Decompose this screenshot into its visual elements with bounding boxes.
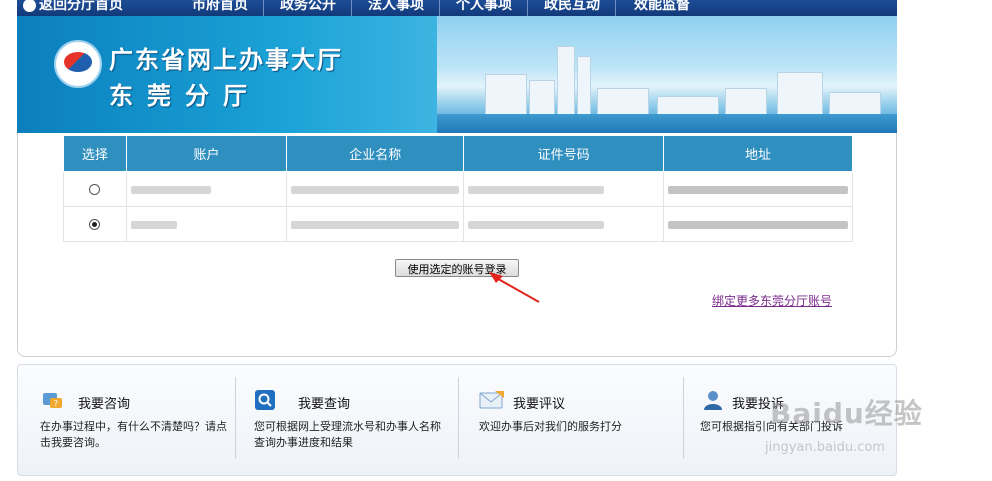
select-cell bbox=[63, 171, 127, 207]
redacted-address bbox=[668, 185, 848, 194]
company-name-cell bbox=[286, 171, 465, 207]
column-header-id-number: 证件号码 bbox=[463, 135, 664, 172]
skyline-building bbox=[529, 80, 555, 116]
account-cell bbox=[125, 171, 288, 207]
nav-item-individual[interactable]: 个人事项 bbox=[439, 0, 528, 16]
nav-item-city-home[interactable]: 市府首页 bbox=[177, 0, 263, 16]
nav-item-legal-person[interactable]: 法人事项 bbox=[351, 0, 440, 16]
back-to-hall-link[interactable]: 返回分厅首页 bbox=[23, 0, 123, 14]
top-navigation-bar: 返回分厅首页 市府首页 政务公开 法人事项 个人事项 政民互动 效能监督 bbox=[17, 0, 897, 16]
skyline-building bbox=[557, 46, 575, 116]
skyline-building bbox=[577, 56, 591, 116]
company-name-cell bbox=[286, 206, 465, 242]
site-title: 广东省网上办事大厅 bbox=[109, 46, 343, 74]
service-description: 欢迎办事后对我们的服务打分 bbox=[479, 420, 622, 433]
service-links-panel: ? 我要咨询 在办事过程中，有什么不清楚吗？请点击我要咨询。 我要查询 您可根据… bbox=[17, 364, 897, 476]
redacted-id bbox=[468, 220, 605, 229]
redacted-company bbox=[291, 220, 460, 229]
baidu-watermark-site: jingyan.baidu.com bbox=[765, 440, 885, 455]
column-header-account: 账户 bbox=[125, 135, 288, 172]
column-header-address: 地址 bbox=[663, 135, 853, 172]
service-title: 我要咨询 bbox=[78, 397, 131, 412]
table-row[interactable] bbox=[63, 206, 853, 242]
redacted-company bbox=[291, 185, 460, 194]
column-header-company-name: 企业名称 bbox=[286, 135, 465, 172]
service-evaluate[interactable]: 我要评议 欢迎办事后对我们的服务打分 bbox=[459, 365, 684, 475]
address-cell bbox=[663, 171, 853, 207]
redacted-id bbox=[468, 185, 605, 194]
skyline-building bbox=[597, 88, 649, 116]
address-cell bbox=[663, 206, 853, 242]
skyline-building bbox=[725, 88, 767, 116]
service-title: 我要查询 bbox=[298, 397, 351, 412]
service-title: 我要评议 bbox=[513, 397, 566, 412]
nav-item-supervision[interactable]: 效能监督 bbox=[615, 0, 708, 16]
site-subtitle: 东莞分厅 bbox=[109, 82, 261, 110]
account-radio-1[interactable] bbox=[89, 184, 101, 195]
account-radio-2[interactable] bbox=[89, 219, 101, 230]
red-arrow-annotation-icon bbox=[489, 272, 540, 303]
nav-item-government-affairs[interactable]: 政务公开 bbox=[263, 0, 352, 16]
skyline-building bbox=[657, 96, 719, 116]
header-banner: 广东省网上办事大厅 东莞分厅 bbox=[17, 16, 897, 133]
skyline-building bbox=[777, 72, 823, 116]
redacted-account bbox=[130, 185, 211, 194]
service-consult[interactable]: ? 我要咨询 在办事过程中，有什么不清楚吗？请点击我要咨询。 bbox=[18, 365, 236, 475]
service-query[interactable]: 我要查询 您可根据网上受理流水号和办事人名称查询办事进度和结果 bbox=[236, 365, 459, 475]
back-label: 返回分厅首页 bbox=[39, 0, 123, 13]
account-cell bbox=[125, 206, 288, 242]
bind-more-accounts-link[interactable]: 绑定更多东莞分厅账号 bbox=[712, 292, 832, 309]
home-icon bbox=[23, 0, 36, 12]
skyline-building bbox=[485, 74, 527, 116]
nav-item-interaction[interactable]: 政民互动 bbox=[527, 0, 616, 16]
redacted-account bbox=[130, 220, 177, 229]
guangdong-emblem-icon bbox=[54, 40, 102, 88]
column-header-select: 选择 bbox=[63, 135, 127, 172]
svg-text:?: ? bbox=[54, 399, 58, 408]
lake-water bbox=[437, 114, 897, 133]
account-selection-panel: 选择 账户 企业名称 证件号码 地址 使用选定的账号登录 绑定更多东莞分厅账号 bbox=[17, 133, 897, 357]
skyline-building bbox=[829, 92, 881, 116]
consult-icon: ? bbox=[43, 393, 62, 408]
table-row[interactable] bbox=[63, 171, 853, 207]
id-number-cell bbox=[463, 171, 664, 207]
search-icon bbox=[255, 390, 275, 410]
user-icon bbox=[704, 391, 722, 410]
service-description: 在办事过程中，有什么不清楚吗？请点击我要咨询。 bbox=[40, 420, 227, 449]
redacted-address bbox=[668, 220, 848, 229]
id-number-cell bbox=[463, 206, 664, 242]
account-table: 选择 账户 企业名称 证件号码 地址 bbox=[63, 135, 853, 242]
account-table-header: 选择 账户 企业名称 证件号码 地址 bbox=[63, 135, 853, 172]
select-cell bbox=[63, 206, 127, 242]
service-description: 您可根据网上受理流水号和办事人名称查询办事进度和结果 bbox=[254, 420, 441, 449]
baidu-watermark: Baidu经验 bbox=[770, 397, 923, 430]
mail-icon bbox=[479, 391, 504, 409]
